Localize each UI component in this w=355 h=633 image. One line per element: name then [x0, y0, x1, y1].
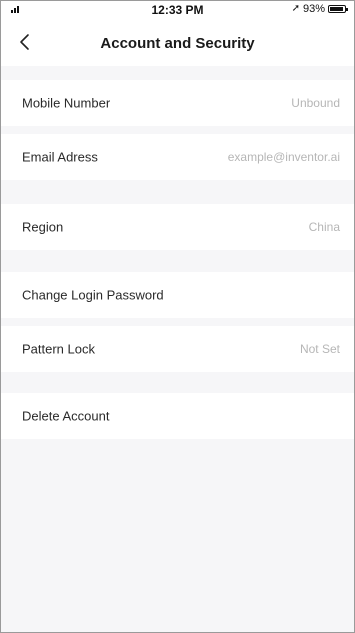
battery-icon [328, 5, 348, 13]
row-label: Delete Account [22, 408, 110, 424]
page-title: Account and Security [100, 35, 255, 52]
row-email-address[interactable]: Email Adress example@inventor.ai [1, 134, 354, 180]
app-screen: 12:33 PM ➚ 93% Account and Security Mobi… [0, 0, 355, 633]
row-change-login-password[interactable]: Change Login Password [1, 272, 354, 318]
row-region[interactable]: Region China [1, 204, 354, 250]
row-value: example@inventor.ai [227, 150, 340, 164]
row-label: Region [22, 219, 64, 235]
location-icon: ➚ [291, 3, 300, 14]
row-label: Pattern Lock [22, 341, 95, 357]
nav-bar: Account and Security [1, 21, 354, 66]
status-right: ➚ 93% [291, 3, 348, 15]
row-value: Unbound [291, 96, 340, 110]
row-mobile-number[interactable]: Mobile Number Unbound [1, 80, 354, 126]
row-value: Not Set [299, 342, 340, 356]
row-label: Mobile Number [22, 95, 111, 111]
battery-percent: 93% [302, 3, 325, 15]
row-delete-account[interactable]: Delete Account [1, 393, 354, 439]
row-pattern-lock[interactable]: Pattern Lock Not Set [1, 326, 354, 372]
status-bar: 12:33 PM ➚ 93% [1, 1, 354, 21]
row-label: Email Adress [22, 149, 98, 165]
row-label: Change Login Password [22, 287, 164, 303]
row-value: China [308, 220, 340, 234]
